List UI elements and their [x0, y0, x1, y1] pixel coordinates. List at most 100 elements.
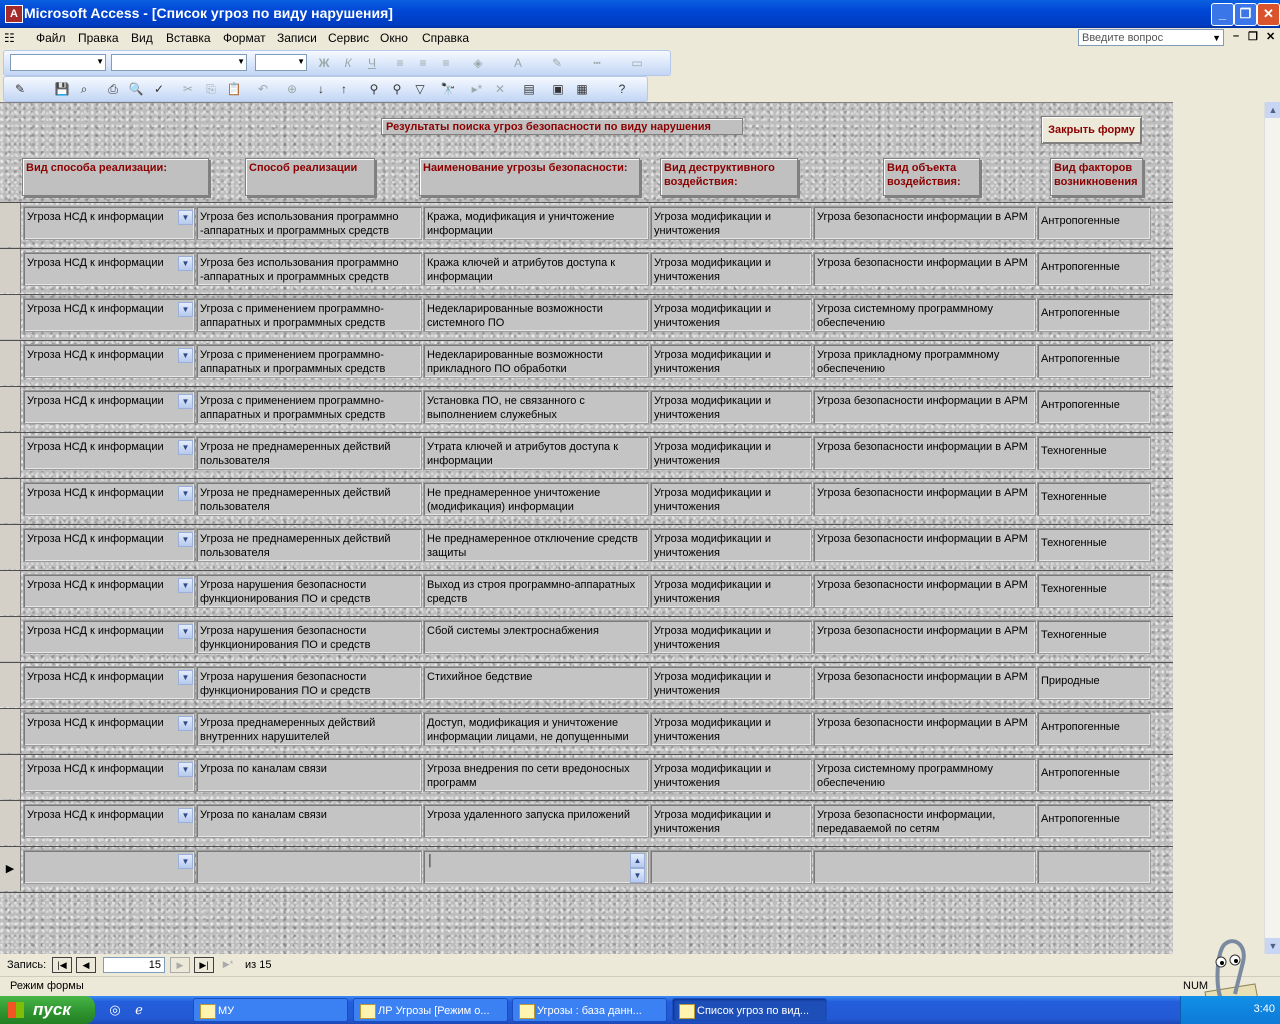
- method-field[interactable]: Угроза нарушения безопасности функционир…: [196, 666, 422, 700]
- first-record-icon[interactable]: |◀: [52, 957, 72, 973]
- record-selector[interactable]: [0, 663, 21, 707]
- align-right-icon[interactable]: ≡: [438, 55, 454, 71]
- destructive-type-field[interactable]: Угроза модификации и уничтожения: [650, 298, 812, 332]
- destructive-type-field[interactable]: Угроза модификации и уничтожения: [650, 758, 812, 792]
- destructive-type-field[interactable]: Угроза модификации и уничтожения: [650, 666, 812, 700]
- factor-type-field[interactable]: Техногенные: [1037, 528, 1151, 562]
- next-record-icon[interactable]: ▶: [170, 957, 190, 973]
- current-record-arrow-icon[interactable]: ▶: [0, 847, 21, 891]
- factor-type-field[interactable]: Антропогенные: [1037, 758, 1151, 792]
- menu-edit[interactable]: Правка: [78, 31, 119, 45]
- threat-name-field[interactable]: │ ▲ ▼: [423, 850, 649, 884]
- fill-color-icon[interactable]: ◈: [470, 55, 486, 71]
- sort-descending-icon[interactable]: ↑: [336, 81, 352, 97]
- chevron-down-icon[interactable]: ▼: [1212, 30, 1221, 47]
- last-record-icon[interactable]: ▶|: [194, 957, 214, 973]
- factor-type-field[interactable]: Антропогенные: [1037, 298, 1151, 332]
- method-field[interactable]: Угроза с применением программно-аппаратн…: [196, 390, 422, 424]
- close-form-button[interactable]: Закрыть форму: [1041, 116, 1142, 144]
- threat-name-field[interactable]: Угроза внедрения по сети вредоносных про…: [423, 758, 649, 792]
- destructive-type-field[interactable]: Угроза модификации и уничтожения: [650, 712, 812, 746]
- chevron-down-icon[interactable]: ▼: [178, 716, 193, 731]
- threat-name-field[interactable]: Кража ключей и атрибутов доступа к инфор…: [423, 252, 649, 286]
- method-type-combo[interactable]: Угроза НСД к информации ▼: [23, 712, 195, 746]
- factor-type-field[interactable]: [1037, 850, 1151, 884]
- record-selector[interactable]: [0, 755, 21, 799]
- record-selector[interactable]: [0, 295, 21, 339]
- method-type-combo[interactable]: Угроза НСД к информации ▼: [23, 620, 195, 654]
- object-combo[interactable]: ▼: [10, 54, 106, 71]
- record-selector[interactable]: [0, 341, 21, 385]
- method-type-combo[interactable]: ▼: [23, 850, 195, 884]
- apply-filter-icon[interactable]: ▽: [412, 81, 428, 97]
- chevron-down-icon[interactable]: ▼: [178, 762, 193, 777]
- record-selector[interactable]: [0, 203, 21, 247]
- save-icon[interactable]: 💾: [54, 81, 70, 97]
- taskbar-item-mu[interactable]: МУ: [193, 998, 348, 1022]
- object-type-field[interactable]: Угроза безопасности информации, передава…: [813, 804, 1036, 838]
- taskbar-item-lr-threats[interactable]: ЛР Угрозы [Режим о...: [353, 998, 508, 1022]
- minimize-button[interactable]: _: [1211, 3, 1234, 26]
- method-type-combo[interactable]: Угроза НСД к информации ▼: [23, 574, 195, 608]
- object-type-field[interactable]: Угроза безопасности информации в АРМ: [813, 252, 1036, 286]
- object-type-field[interactable]: Угроза безопасности информации в АРМ: [813, 666, 1036, 700]
- threat-name-field[interactable]: Недекларированные возможности прикладног…: [423, 344, 649, 378]
- factor-type-field[interactable]: Антропогенные: [1037, 390, 1151, 424]
- chevron-down-icon[interactable]: ▼: [178, 624, 193, 639]
- view-icon[interactable]: ✎: [12, 81, 28, 97]
- factor-type-field[interactable]: Антропогенные: [1037, 712, 1151, 746]
- mdi-restore-button[interactable]: ❐: [1248, 30, 1258, 43]
- method-field[interactable]: Угроза без использования программно -апп…: [196, 252, 422, 286]
- method-field[interactable]: Угроза нарушения безопасности функционир…: [196, 620, 422, 654]
- method-type-combo[interactable]: Угроза НСД к информации ▼: [23, 344, 195, 378]
- threat-name-field[interactable]: Установка ПО, не связанного с выполнение…: [423, 390, 649, 424]
- factor-type-field[interactable]: Антропогенные: [1037, 804, 1151, 838]
- chevron-down-icon[interactable]: ▼: [178, 486, 193, 501]
- scroll-up-icon[interactable]: ▲: [1265, 102, 1280, 118]
- method-field[interactable]: Угроза по каналам связи: [196, 758, 422, 792]
- cut-icon[interactable]: ✂: [180, 81, 196, 97]
- chevron-down-icon[interactable]: ▼: [178, 808, 193, 823]
- method-type-combo[interactable]: Угроза НСД к информации ▼: [23, 804, 195, 838]
- method-field[interactable]: Угроза не преднамеренных действий пользо…: [196, 528, 422, 562]
- record-selector[interactable]: [0, 617, 21, 661]
- object-type-field[interactable]: Угроза безопасности информации в АРМ: [813, 574, 1036, 608]
- object-type-field[interactable]: Угроза системному программному обеспечен…: [813, 298, 1036, 332]
- undo-icon[interactable]: ↶: [255, 81, 271, 97]
- record-selector[interactable]: [0, 433, 21, 477]
- access-app-icon[interactable]: A: [5, 5, 23, 23]
- internet-explorer-icon[interactable]: ℯ: [130, 1001, 148, 1019]
- method-type-combo[interactable]: Угроза НСД к информации ▼: [23, 758, 195, 792]
- print-icon[interactable]: ⎙: [105, 81, 121, 97]
- destructive-type-field[interactable]: Угроза модификации и уничтожения: [650, 574, 812, 608]
- scroll-down-icon[interactable]: ▼: [630, 868, 645, 883]
- chevron-down-icon[interactable]: ▼: [178, 394, 193, 409]
- object-type-field[interactable]: Угроза прикладному программному обеспече…: [813, 344, 1036, 378]
- font-combo[interactable]: ▼: [111, 54, 247, 71]
- factor-type-field[interactable]: Природные: [1037, 666, 1151, 700]
- method-field[interactable]: Угроза преднамеренных действий внутренни…: [196, 712, 422, 746]
- factor-type-field[interactable]: Антропогенные: [1037, 206, 1151, 240]
- threat-name-field[interactable]: Доступ, модификация и уничтожение информ…: [423, 712, 649, 746]
- destructive-type-field[interactable]: Угроза модификации и уничтожения: [650, 252, 812, 286]
- factor-type-field[interactable]: Антропогенные: [1037, 252, 1151, 286]
- mdi-close-button[interactable]: ✕: [1266, 30, 1275, 43]
- method-field[interactable]: Угроза не преднамеренных действий пользо…: [196, 482, 422, 516]
- chevron-down-icon[interactable]: ▼: [178, 210, 193, 225]
- chevron-down-icon[interactable]: ▼: [178, 348, 193, 363]
- new-record-icon[interactable]: ▶*: [218, 957, 238, 973]
- threat-name-field[interactable]: Выход из строя программно-аппаратных сре…: [423, 574, 649, 608]
- destructive-type-field[interactable]: [650, 850, 812, 884]
- method-type-combo[interactable]: Угроза НСД к информации ▼: [23, 298, 195, 332]
- threat-name-field[interactable]: Сбой системы электроснабжения: [423, 620, 649, 654]
- menu-format[interactable]: Формат: [223, 31, 266, 45]
- special-effect-icon[interactable]: ▭: [629, 55, 645, 71]
- threat-name-field[interactable]: Угроза удаленного запуска приложений: [423, 804, 649, 838]
- destructive-type-field[interactable]: Угроза модификации и уничтожения: [650, 436, 812, 470]
- method-type-combo[interactable]: Угроза НСД к информации ▼: [23, 252, 195, 286]
- factor-type-field[interactable]: Техногенные: [1037, 620, 1151, 654]
- mdi-minimize-button[interactable]: –: [1233, 30, 1239, 42]
- record-selector[interactable]: [0, 571, 21, 615]
- record-selector[interactable]: [0, 479, 21, 523]
- destructive-type-field[interactable]: Угроза модификации и уничтожения: [650, 482, 812, 516]
